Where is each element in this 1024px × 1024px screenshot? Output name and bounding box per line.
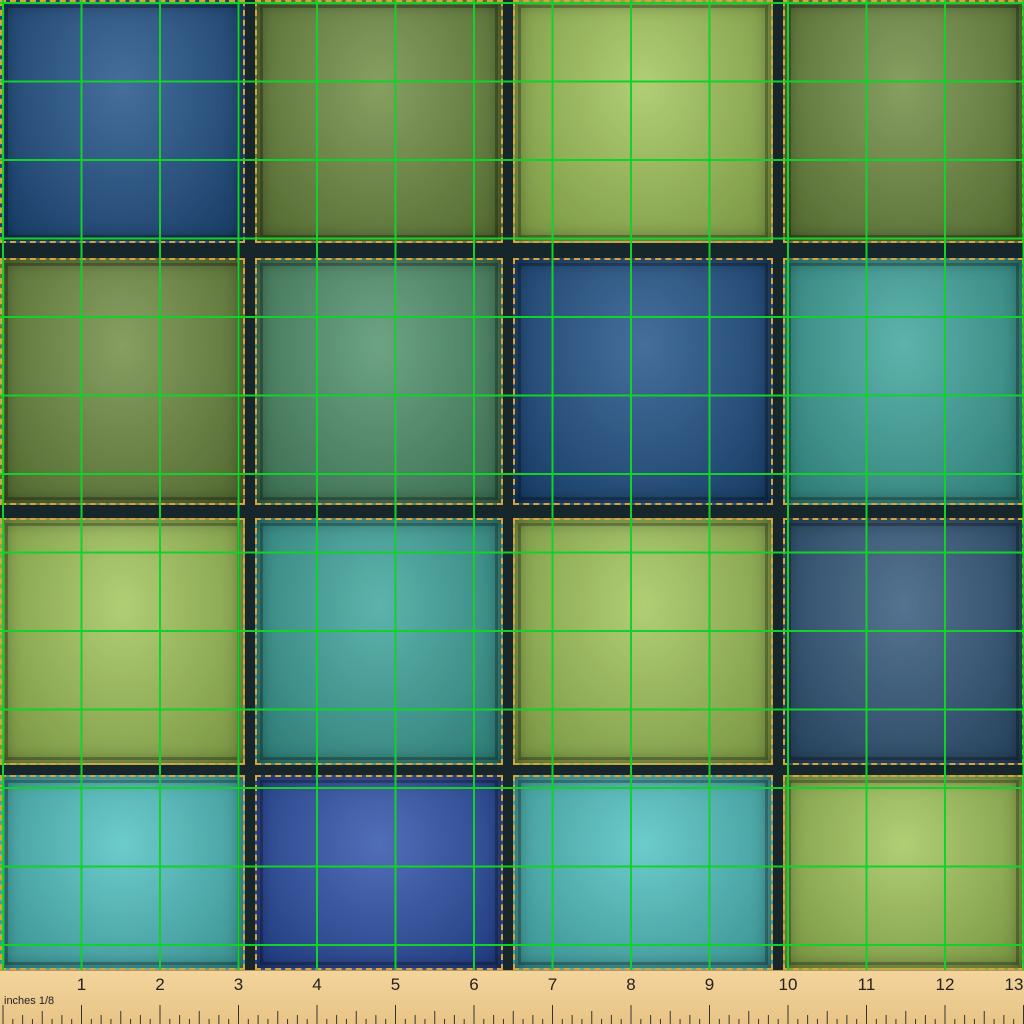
- fabric-patch: [255, 518, 503, 765]
- ruler-number: 10: [778, 975, 798, 994]
- ruler-number: 6: [469, 975, 479, 994]
- fabric-patch: [255, 258, 503, 505]
- fabric-patch: [783, 0, 1024, 243]
- ruler-number: 12: [935, 975, 955, 994]
- fabric-patch: [0, 518, 245, 765]
- fabric-patch: [513, 258, 773, 505]
- fabric-patch: [513, 775, 773, 970]
- fabric-patch: [255, 775, 503, 970]
- ruler-number: 11: [857, 975, 876, 994]
- ruler-number: 4: [312, 975, 322, 994]
- fabric-patch: [0, 0, 245, 243]
- fabric-patch: [513, 518, 773, 765]
- ruler-number: 13: [1004, 975, 1024, 994]
- fabric-patch: [783, 258, 1024, 505]
- ruler-number: 5: [390, 975, 401, 994]
- ruler-number: 2: [155, 975, 165, 994]
- fabric-swatch-view: inches 1/8 1 2 3 4 5 6 7 8 9 10 11 12 13: [0, 0, 1024, 1024]
- patchwork-fabric: [0, 0, 1024, 970]
- fabric-patch: [513, 0, 773, 243]
- ruler-number: 1: [76, 975, 87, 994]
- ruler-unit-label: inches 1/8: [4, 995, 55, 1007]
- fabric-patch: [0, 258, 245, 505]
- fabric-patch: [783, 775, 1024, 970]
- ruler-number: 8: [626, 975, 636, 994]
- ruler-number: 9: [704, 975, 715, 994]
- fabric-patch: [0, 775, 245, 970]
- fabric-patch: [783, 518, 1024, 765]
- ruler-number: 7: [547, 975, 558, 994]
- ruler-number: 3: [233, 975, 244, 994]
- inch-ruler: inches 1/8 1 2 3 4 5 6 7 8 9 10 11 12 13: [0, 970, 1024, 1024]
- fabric-patch: [255, 0, 503, 243]
